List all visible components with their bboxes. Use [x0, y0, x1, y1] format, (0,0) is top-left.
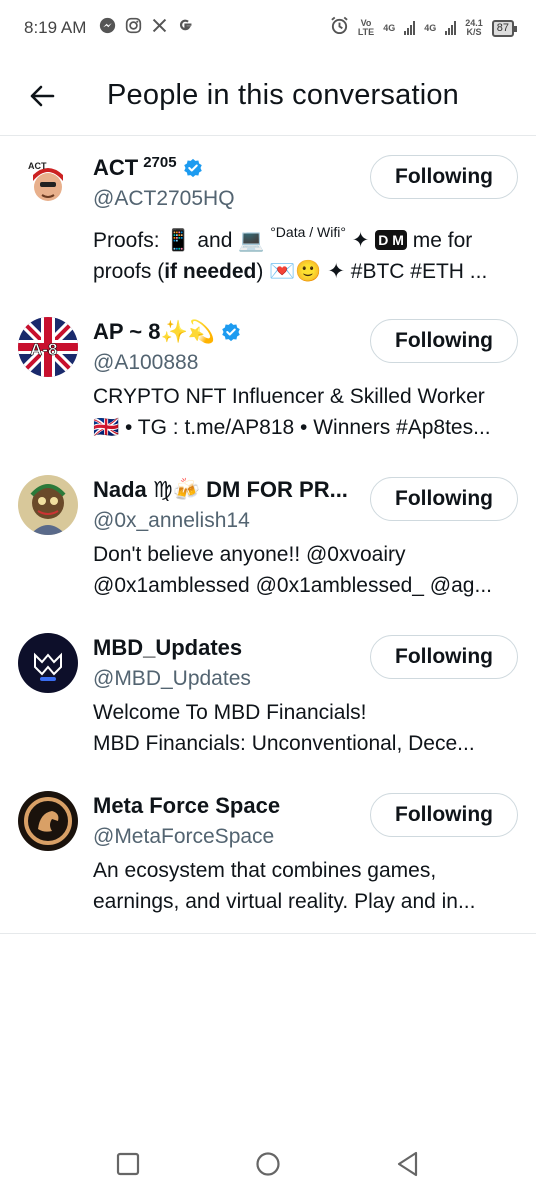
bio-line-2: proofs (if needed) 💌🙂 ✦ #BTC #ETH ... [93, 256, 522, 287]
alarm-icon [330, 16, 349, 40]
status-right: Vo LTE 4G 4G 24.1 K/S 87 [330, 16, 518, 40]
person-row-meta-force-space[interactable]: Meta Force Space @MetaForceSpace Followi… [0, 775, 536, 933]
bio-line-1: Proofs: 📱 and 💻 °Data / Wifi° ✦ D M me f… [93, 217, 522, 256]
recents-button[interactable] [113, 1149, 143, 1179]
name-row: Nada ♍🍻 DM FOR PR... [93, 477, 356, 503]
battery-icon: 87 [491, 19, 518, 37]
status-left: 8:19 AM [24, 17, 194, 39]
status-bar: 8:19 AM Vo LTE 4G 4G 24.1 K/S 87 [0, 0, 536, 56]
handle: @A100888 [93, 351, 199, 374]
bio-line-1: Welcome To MBD Financials! [93, 701, 367, 724]
bio-line-2: MBD Financials: Unconventional, Dece... [93, 732, 475, 755]
name-row: MBD_Updates [93, 635, 356, 661]
handle: @MBD_Updates [93, 667, 251, 690]
following-button[interactable]: Following [370, 793, 518, 837]
home-button[interactable] [253, 1149, 283, 1179]
avatar[interactable]: A-8 [18, 317, 78, 377]
bio-text: proofs ( [93, 260, 165, 283]
following-button[interactable]: Following [370, 319, 518, 363]
bio-line-2: 🇬🇧 • TG : t.me/AP818 • Winners #Ap8tes..… [93, 416, 491, 439]
person-row-mbd-updates[interactable]: MBD_Updates @MBD_Updates Following Welco… [0, 617, 536, 775]
bio-text: ✦ [345, 229, 376, 252]
bio: Don't believe anyone!! @0xvoairy @0x1amb… [93, 539, 522, 601]
recents-square-icon [116, 1152, 140, 1176]
display-name: MBD_Updates [93, 635, 243, 660]
name-row: ACT 2705 [93, 155, 356, 181]
avatar[interactable] [18, 791, 78, 851]
bio-line-2: earnings, and virtual reality. Play and … [93, 890, 476, 913]
avatar[interactable]: ACT [18, 153, 78, 213]
avatar[interactable] [18, 633, 78, 693]
following-button[interactable]: Following [370, 155, 518, 199]
display-name-sup: 2705 [143, 155, 177, 171]
avatar[interactable] [18, 475, 78, 535]
signal2-icon [445, 21, 457, 35]
volte-bottom: LTE [357, 27, 375, 37]
back-arrow-icon [30, 85, 55, 106]
dm-letters: D M [375, 230, 407, 250]
person-row-nada[interactable]: Nada ♍🍻 DM FOR PR... @0x_annelish14 Foll… [0, 459, 536, 617]
status-time: 8:19 AM [24, 18, 87, 37]
name-row: AP ~ 8✨💫 [93, 319, 356, 345]
person-row-ap8[interactable]: A-8 AP ~ 8✨💫 @A100888 Following CRYPTO N… [0, 301, 536, 459]
person-row-act2705[interactable]: ACT ACT 2705 @ACT2705HQ Following Proofs… [0, 137, 536, 301]
back-triangle-icon [397, 1151, 418, 1177]
bio: CRYPTO NFT Influencer & Skilled Worker 🇬… [93, 381, 522, 443]
bio-line-2: @0x1amblessed @0x1amblessed_ @ag... [93, 574, 492, 597]
handle: @0x_annelish14 [93, 509, 250, 532]
bio-line-1: An ecosystem that combines games, [93, 859, 437, 882]
system-back-button[interactable] [393, 1149, 423, 1179]
people-list: ACT ACT 2705 @ACT2705HQ Following Proofs… [0, 137, 536, 934]
following-button[interactable]: Following [370, 635, 518, 679]
display-name: AP ~ 8✨💫 [93, 319, 216, 344]
display-name: Nada ♍🍻 DM FOR PR... [93, 477, 348, 502]
header: People in this conversation [0, 56, 536, 136]
bio: An ecosystem that combines games, earnin… [93, 855, 522, 917]
bio-line-1: CRYPTO NFT Influencer & Skilled Worker [93, 385, 485, 408]
bio-bold: if needed [164, 260, 257, 283]
battery-level: 87 [496, 21, 509, 34]
bio-line-1: Don't believe anyone!! @0xvoairy [93, 543, 406, 566]
display-name: ACT [93, 155, 139, 180]
page-title: People in this conversation [107, 79, 459, 111]
avatar-logo-text: ACT [28, 161, 47, 171]
messenger-icon [99, 17, 116, 39]
google-icon [177, 17, 194, 39]
bio-text: ) 💌🙂 ✦ #BTC #ETH ... [256, 260, 488, 283]
bio: Welcome To MBD Financials! MBD Financial… [93, 697, 522, 759]
verified-badge-icon [183, 158, 203, 178]
speed-unit: K/S [466, 27, 482, 37]
signal1-icon [404, 21, 416, 35]
avatar-logo-text: A-8 [30, 340, 57, 359]
volte-indicator: Vo LTE [358, 19, 374, 37]
net1-label: 4G [383, 22, 396, 33]
page: 8:19 AM Vo LTE 4G 4G 24.1 K/S 87 People … [0, 0, 536, 1200]
x-icon [151, 17, 168, 39]
verified-badge-icon [221, 322, 241, 342]
display-name: Meta Force Space [93, 793, 281, 818]
bio-text: Proofs: 📱 and 💻 [93, 229, 271, 252]
name-row: Meta Force Space [93, 793, 356, 819]
back-button[interactable] [20, 74, 64, 118]
handle: @MetaForceSpace [93, 825, 275, 848]
home-circle-icon [256, 1152, 280, 1176]
instagram-icon [125, 17, 142, 39]
net2-label: 4G [424, 22, 437, 33]
speed-indicator: 24.1 K/S [465, 19, 483, 37]
bio: Proofs: 📱 and 💻 °Data / Wifi° ✦ D M me f… [93, 217, 522, 287]
following-button[interactable]: Following [370, 477, 518, 521]
system-nav-bar [0, 1128, 536, 1200]
bio-text: me for [406, 229, 473, 252]
handle: @ACT2705HQ [93, 187, 235, 210]
bio-superscript: °Data / Wifi° [270, 224, 346, 240]
